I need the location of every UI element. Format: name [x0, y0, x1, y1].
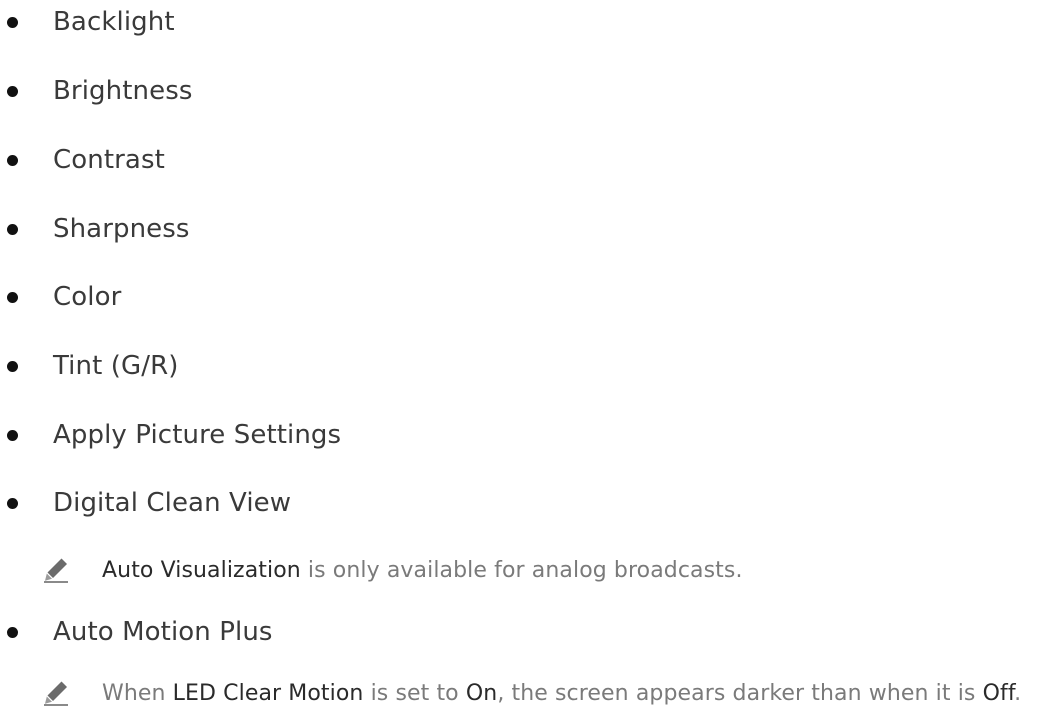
bullet-dot-icon [7, 291, 18, 303]
list-item-label: Sharpness [53, 214, 190, 244]
list-item-label: Digital Clean View [53, 488, 292, 518]
bullet-dot-icon [7, 360, 18, 372]
bullet-dot-icon [7, 497, 18, 509]
note-emphasis: LED Clear Motion [172, 680, 364, 706]
note-text: Auto Visualization is only available for… [102, 558, 743, 583]
list-item-label: Color [53, 282, 122, 312]
pencil-note-icon [44, 558, 68, 583]
note-emphasis: Auto Visualization [102, 557, 301, 583]
bullet-dot-icon [7, 626, 18, 638]
note-text-segment: is only available for analog broadcasts. [300, 557, 743, 583]
bullet-dot-icon [7, 154, 18, 166]
bullet-dot-icon [7, 223, 18, 235]
note-text-segment: . [1014, 680, 1022, 706]
note-emphasis: Off [982, 680, 1015, 706]
bullet-dot-icon [7, 85, 18, 97]
note-text-segment: , the screen appears darker than when it… [497, 680, 983, 706]
list-item-label: Apply Picture Settings [53, 420, 342, 450]
bullet-dot-icon [7, 429, 18, 441]
list-item-label: Brightness [53, 76, 193, 106]
note-text-segment: When [102, 680, 173, 706]
list-item-label: Auto Motion Plus [53, 617, 273, 647]
list-item-label: Backlight [53, 7, 175, 37]
list-item-label: Contrast [53, 145, 165, 175]
note-text: When LED Clear Motion is set to On, the … [102, 681, 1021, 706]
note-emphasis: On [465, 680, 498, 706]
pencil-note-icon [44, 681, 68, 706]
list-item-label: Tint (G/R) [53, 351, 179, 381]
note-text-segment: is set to [363, 680, 466, 706]
bullet-dot-icon [7, 16, 18, 28]
